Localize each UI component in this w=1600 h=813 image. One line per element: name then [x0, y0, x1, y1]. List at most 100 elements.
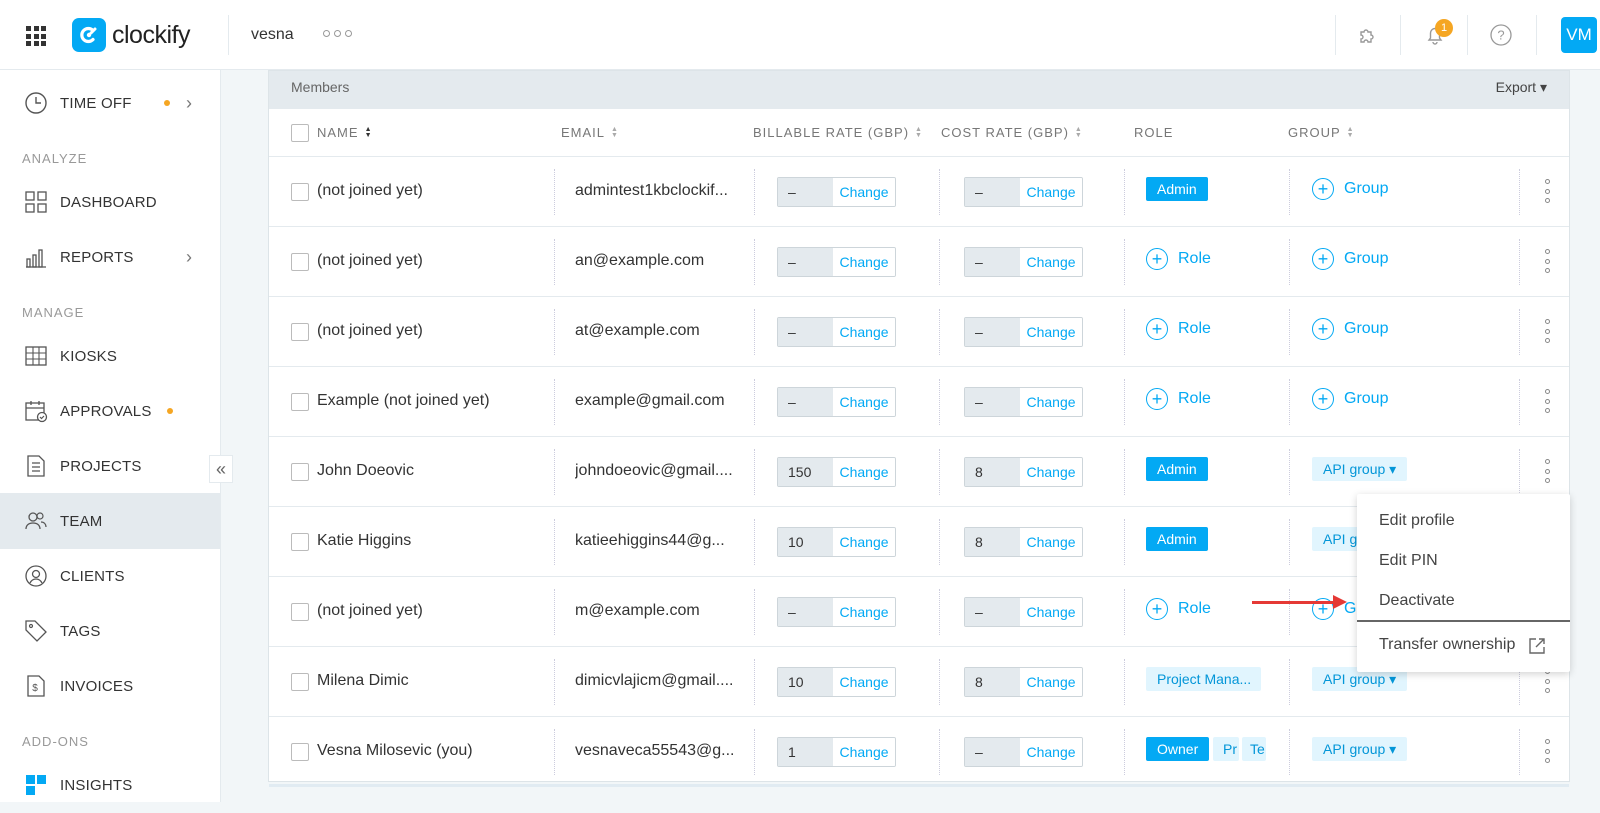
- column-group[interactable]: GROUP ▲ ▼: [1288, 125, 1355, 140]
- puzzle-icon[interactable]: [1353, 20, 1383, 50]
- apps-grid-icon[interactable]: [26, 26, 46, 46]
- add-role-button[interactable]: + Role: [1146, 388, 1211, 410]
- role-badge-extra[interactable]: Pr: [1213, 737, 1239, 761]
- row-checkbox[interactable]: [291, 183, 309, 201]
- export-dropdown[interactable]: Export ▾: [1496, 79, 1547, 96]
- add-group-button[interactable]: + Group: [1312, 178, 1388, 200]
- role-badge-project-manager[interactable]: Project Mana...: [1146, 667, 1261, 691]
- change-cost-button[interactable]: Change: [1020, 668, 1082, 696]
- change-cost-button[interactable]: Change: [1020, 738, 1082, 766]
- add-role-button[interactable]: + Role: [1146, 598, 1211, 620]
- cost-rate-value: –: [965, 248, 1020, 276]
- sidebar-item-reports[interactable]: REPORTS ›: [0, 229, 221, 285]
- member-email: at@example.com: [575, 322, 700, 339]
- group-dropdown[interactable]: API group ▾: [1312, 457, 1408, 481]
- select-all-checkbox[interactable]: [291, 124, 309, 142]
- sort-icon: ▲ ▼: [1346, 125, 1355, 139]
- deactivate-menu-item[interactable]: Deactivate: [1379, 592, 1455, 610]
- group-dropdown[interactable]: API gr: [1312, 527, 1362, 551]
- column-email[interactable]: EMAIL ▲ ▼: [561, 125, 619, 140]
- change-billable-button[interactable]: Change: [833, 248, 895, 276]
- sidebar-item-insights[interactable]: INSIGHTS: [0, 757, 221, 813]
- member-email: katieehiggins44@g...: [575, 532, 725, 549]
- sidebar-item-team[interactable]: TEAM: [0, 493, 221, 549]
- sidebar-item-invoices[interactable]: $ INVOICES: [0, 658, 221, 714]
- sidebar-item-tags[interactable]: TAGS: [0, 603, 221, 659]
- sidebar-item-clients[interactable]: CLIENTS: [0, 548, 221, 604]
- document-icon: [23, 453, 49, 479]
- change-billable-button[interactable]: Change: [833, 178, 895, 206]
- more-vertical-icon[interactable]: [1544, 179, 1550, 203]
- row-checkbox[interactable]: [291, 463, 309, 481]
- change-cost-button[interactable]: Change: [1020, 248, 1082, 276]
- more-vertical-icon[interactable]: [1544, 389, 1550, 413]
- change-cost-button[interactable]: Change: [1020, 318, 1082, 346]
- avatar[interactable]: VM: [1561, 17, 1597, 53]
- role-badge-owner[interactable]: Owner: [1146, 737, 1210, 761]
- clockify-logo[interactable]: clockify: [72, 18, 190, 52]
- divider: [1124, 379, 1125, 425]
- sidebar-item-projects[interactable]: PROJECTS: [0, 438, 221, 494]
- kiosk-grid-icon: [23, 343, 49, 369]
- add-role-button[interactable]: + Role: [1146, 318, 1211, 340]
- sidebar-item-time-off[interactable]: TIME OFF ›: [0, 75, 221, 131]
- change-cost-button[interactable]: Change: [1020, 528, 1082, 556]
- role-badge-extra[interactable]: Te: [1242, 737, 1266, 761]
- row-checkbox[interactable]: [291, 673, 309, 691]
- add-group-button[interactable]: + Group: [1312, 318, 1388, 340]
- row-checkbox[interactable]: [291, 393, 309, 411]
- row-checkbox[interactable]: [291, 253, 309, 271]
- row-checkbox[interactable]: [291, 533, 309, 551]
- role-badge-admin[interactable]: Admin: [1146, 527, 1208, 551]
- divider: [1536, 15, 1537, 55]
- workspace-name[interactable]: vesna: [251, 26, 294, 44]
- more-vertical-icon[interactable]: [1544, 739, 1550, 763]
- sidebar-item-label: APPROVALS: [60, 402, 152, 420]
- more-vertical-icon[interactable]: [1544, 459, 1550, 483]
- role-badge-admin[interactable]: Admin: [1146, 457, 1208, 481]
- help-icon[interactable]: ?: [1486, 20, 1516, 50]
- change-cost-button[interactable]: Change: [1020, 178, 1082, 206]
- workspace-more-icon[interactable]: [323, 30, 352, 37]
- divider: [1289, 239, 1290, 285]
- group-dropdown[interactable]: API group ▾: [1312, 737, 1408, 761]
- more-vertical-icon[interactable]: [1544, 669, 1550, 693]
- change-cost-button[interactable]: Change: [1020, 598, 1082, 626]
- change-billable-button[interactable]: Change: [833, 668, 895, 696]
- row-checkbox[interactable]: [291, 603, 309, 621]
- add-group-button[interactable]: + Group: [1312, 248, 1388, 270]
- change-billable-button[interactable]: Change: [833, 318, 895, 346]
- more-vertical-icon[interactable]: [1544, 319, 1550, 343]
- change-billable-button[interactable]: Change: [833, 528, 895, 556]
- add-role-button[interactable]: + Role: [1146, 248, 1211, 270]
- change-billable-button[interactable]: Change: [833, 458, 895, 486]
- column-billable-rate[interactable]: BILLABLE RATE (GBP) ▲ ▼: [753, 125, 923, 140]
- add-role-label: Role: [1178, 600, 1211, 617]
- row-checkbox[interactable]: [291, 743, 309, 761]
- add-role-label: Role: [1178, 250, 1211, 267]
- divider: [754, 729, 755, 775]
- column-name[interactable]: NAME ▲ ▼: [317, 125, 373, 140]
- divider: [1335, 15, 1336, 55]
- edit-profile-menu-item[interactable]: Edit profile: [1379, 512, 1455, 530]
- add-group-button[interactable]: + Group: [1312, 388, 1388, 410]
- annotation-arrow-head: [1333, 595, 1347, 609]
- sidebar-item-approvals[interactable]: APPROVALS: [0, 383, 221, 439]
- change-billable-button[interactable]: Change: [833, 388, 895, 416]
- transfer-ownership-menu-item[interactable]: Transfer ownership: [1379, 636, 1515, 654]
- change-cost-button[interactable]: Change: [1020, 458, 1082, 486]
- column-cost-rate[interactable]: COST RATE (GBP) ▲ ▼: [941, 125, 1083, 140]
- member-name: Example (not joined yet): [317, 392, 490, 409]
- divider: [754, 659, 755, 705]
- collapse-sidebar-icon[interactable]: «: [209, 455, 233, 483]
- row-checkbox[interactable]: [291, 323, 309, 341]
- change-billable-button[interactable]: Change: [833, 598, 895, 626]
- sidebar-item-dashboard[interactable]: DASHBOARD: [0, 174, 221, 230]
- edit-pin-menu-item[interactable]: Edit PIN: [1379, 552, 1438, 570]
- change-cost-button[interactable]: Change: [1020, 388, 1082, 416]
- more-vertical-icon[interactable]: [1544, 249, 1550, 273]
- change-billable-button[interactable]: Change: [833, 738, 895, 766]
- sidebar-item-kiosks[interactable]: KIOSKS: [0, 328, 221, 384]
- sidebar-item-label: TEAM: [60, 512, 103, 530]
- role-badge-admin[interactable]: Admin: [1146, 177, 1208, 201]
